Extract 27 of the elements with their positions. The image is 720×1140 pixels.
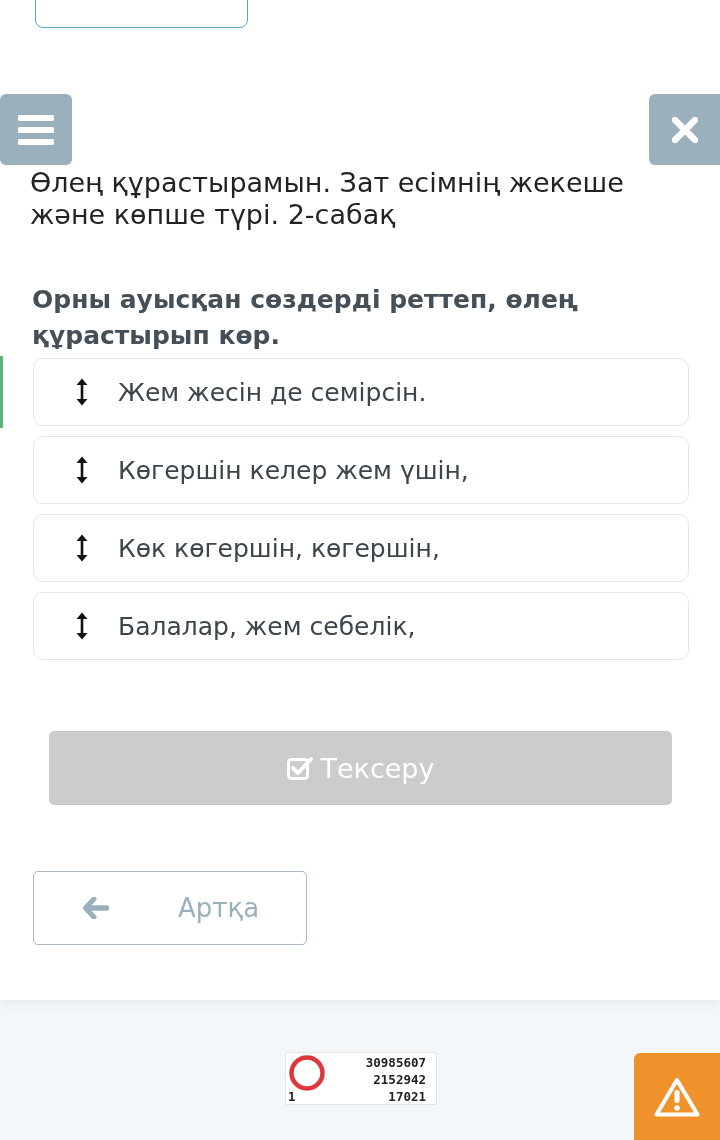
lesson-title: Өлең құрастырамын. Зат есімнің жекеше және көпше түрі. 2-сабақ: [30, 167, 625, 231]
close-icon[interactable]: [671, 116, 698, 143]
sortable-item[interactable]: Көк көгершін, көгершін,: [33, 514, 689, 582]
report-button[interactable]: [634, 1053, 720, 1140]
counter-number: 17021: [388, 1088, 426, 1105]
item-text: Көк көгершін, көгершін,: [118, 533, 440, 563]
sortable-item[interactable]: Көгершін келер жем үшін,: [33, 436, 689, 504]
up-down-arrow-icon[interactable]: [76, 534, 88, 562]
up-down-arrow-icon[interactable]: [76, 456, 88, 484]
counter-number: 1: [288, 1088, 296, 1105]
close-button[interactable]: [649, 94, 720, 165]
up-down-arrow-icon[interactable]: [76, 378, 88, 406]
edge-strip: [0, 356, 3, 428]
item-text: Балалар, жем себелік,: [118, 611, 416, 641]
sortable-item[interactable]: Балалар, жем себелік,: [33, 592, 689, 660]
menu-button[interactable]: [0, 94, 72, 165]
ring-icon: [289, 1055, 325, 1091]
counter-number: 2152942: [373, 1071, 426, 1088]
counter-number: 30985607: [365, 1054, 426, 1071]
sortable-item[interactable]: Жем жесін де семірсін.: [33, 358, 689, 426]
item-text: Көгершін келер жем үшін,: [118, 455, 469, 485]
warning-icon[interactable]: [654, 1076, 700, 1117]
question-prompt: Орны ауысқан сөздерді реттеп, өлең құрастырып көр.: [32, 284, 580, 352]
left-arrow-icon[interactable]: [83, 897, 109, 919]
item-text: Жем жесін де семірсін.: [118, 377, 427, 407]
up-down-arrow-icon[interactable]: [76, 612, 88, 640]
menu-icon[interactable]: [17, 113, 55, 146]
